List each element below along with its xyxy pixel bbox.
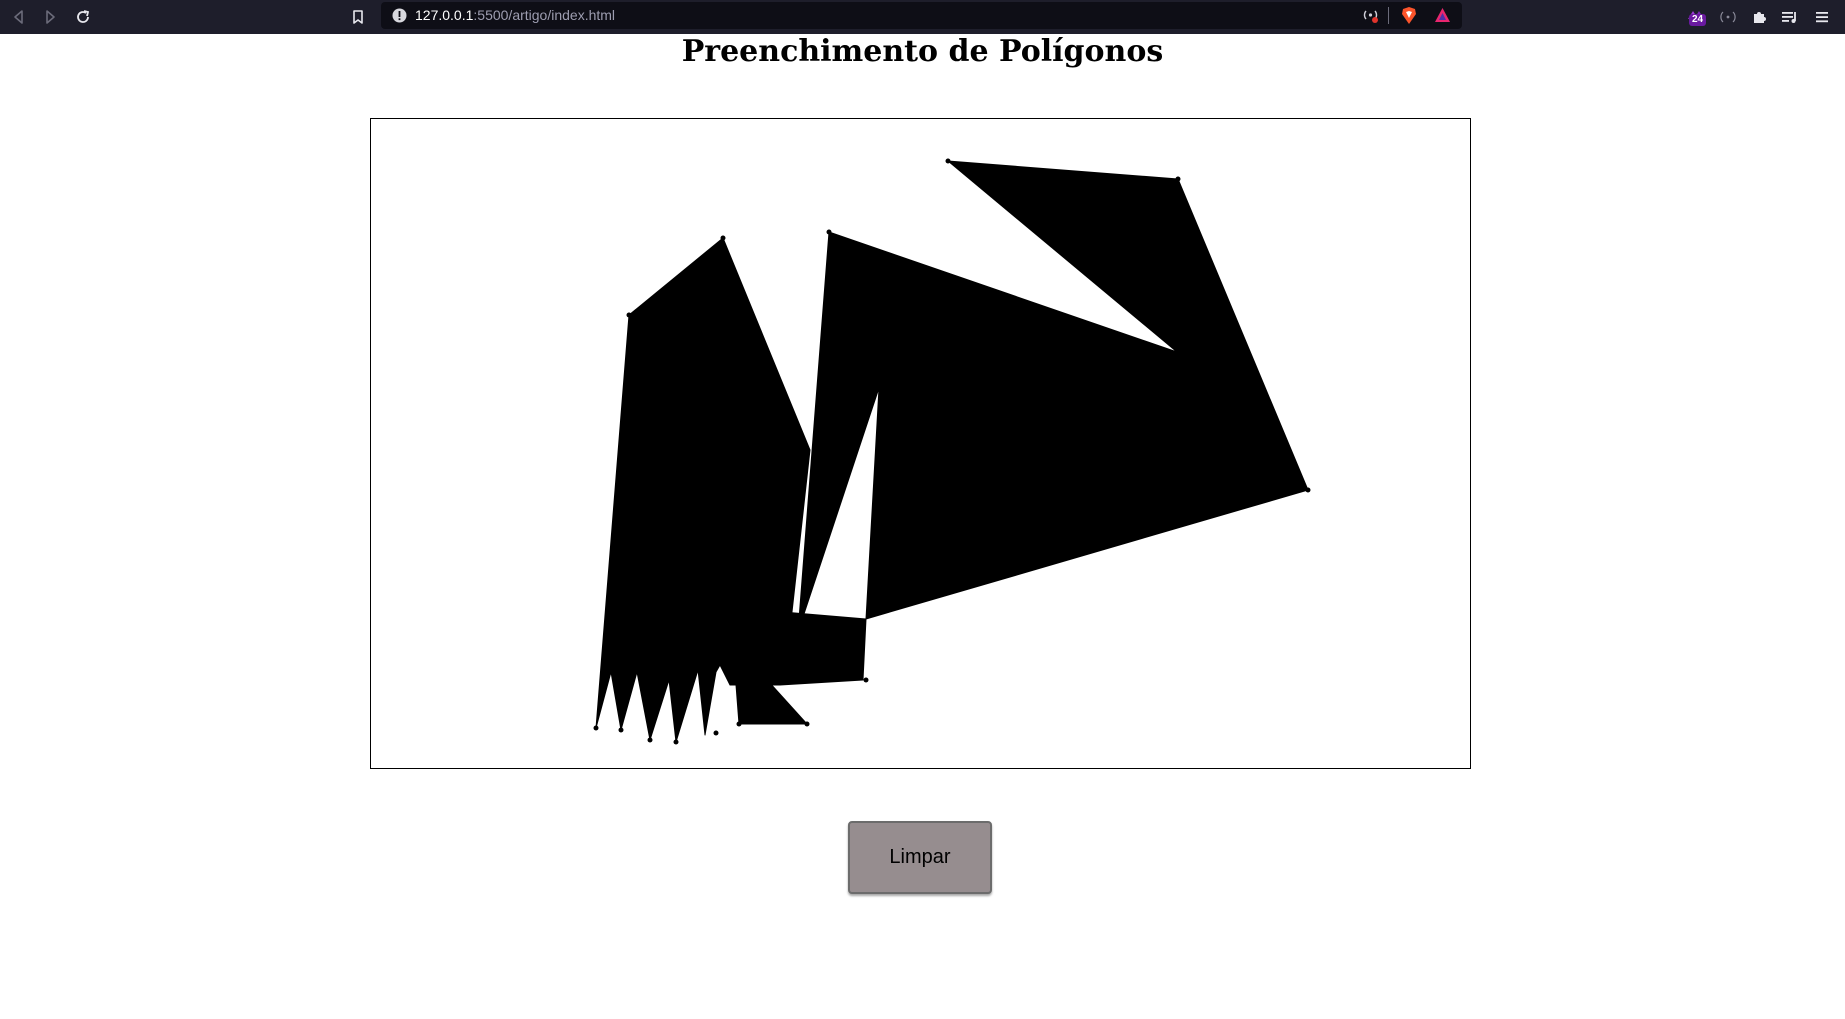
info-icon[interactable] (392, 8, 407, 23)
back-icon[interactable] (5, 3, 33, 31)
reload-icon[interactable] (69, 3, 97, 31)
drawing-canvas[interactable] (370, 118, 1471, 769)
menu-icon[interactable] (1808, 3, 1836, 31)
forward-icon[interactable] (36, 3, 64, 31)
wallet-icon[interactable] (1714, 3, 1742, 31)
url-host: 127.0.0.1 (415, 7, 474, 23)
broadcast-icon[interactable] (1362, 8, 1379, 23)
brave-rewards-icon[interactable] (1434, 7, 1451, 23)
url-path: :5500/artigo/index.html (473, 7, 616, 23)
page-title: Preenchimento de Polígonos (681, 34, 1164, 69)
separator (1388, 7, 1389, 24)
playlist-icon[interactable] (1776, 3, 1804, 31)
address-bar[interactable]: 127.0.0.1:5500/artigo/index.html (381, 2, 1462, 29)
brave-shield-icon[interactable] (1400, 6, 1418, 25)
browser-toolbar: 127.0.0.1:5500/artigo/index.html 24 (0, 0, 1845, 34)
extensions-puzzle-icon[interactable] (1745, 3, 1773, 31)
bookmark-icon[interactable] (344, 3, 372, 31)
extension-badge: 24 (1689, 14, 1707, 26)
polygon-drawing (593, 158, 1311, 745)
url-text: 127.0.0.1:5500/artigo/index.html (415, 7, 615, 23)
filled-polygon-right (779, 160, 1309, 686)
clear-button[interactable]: Limpar (848, 821, 992, 894)
